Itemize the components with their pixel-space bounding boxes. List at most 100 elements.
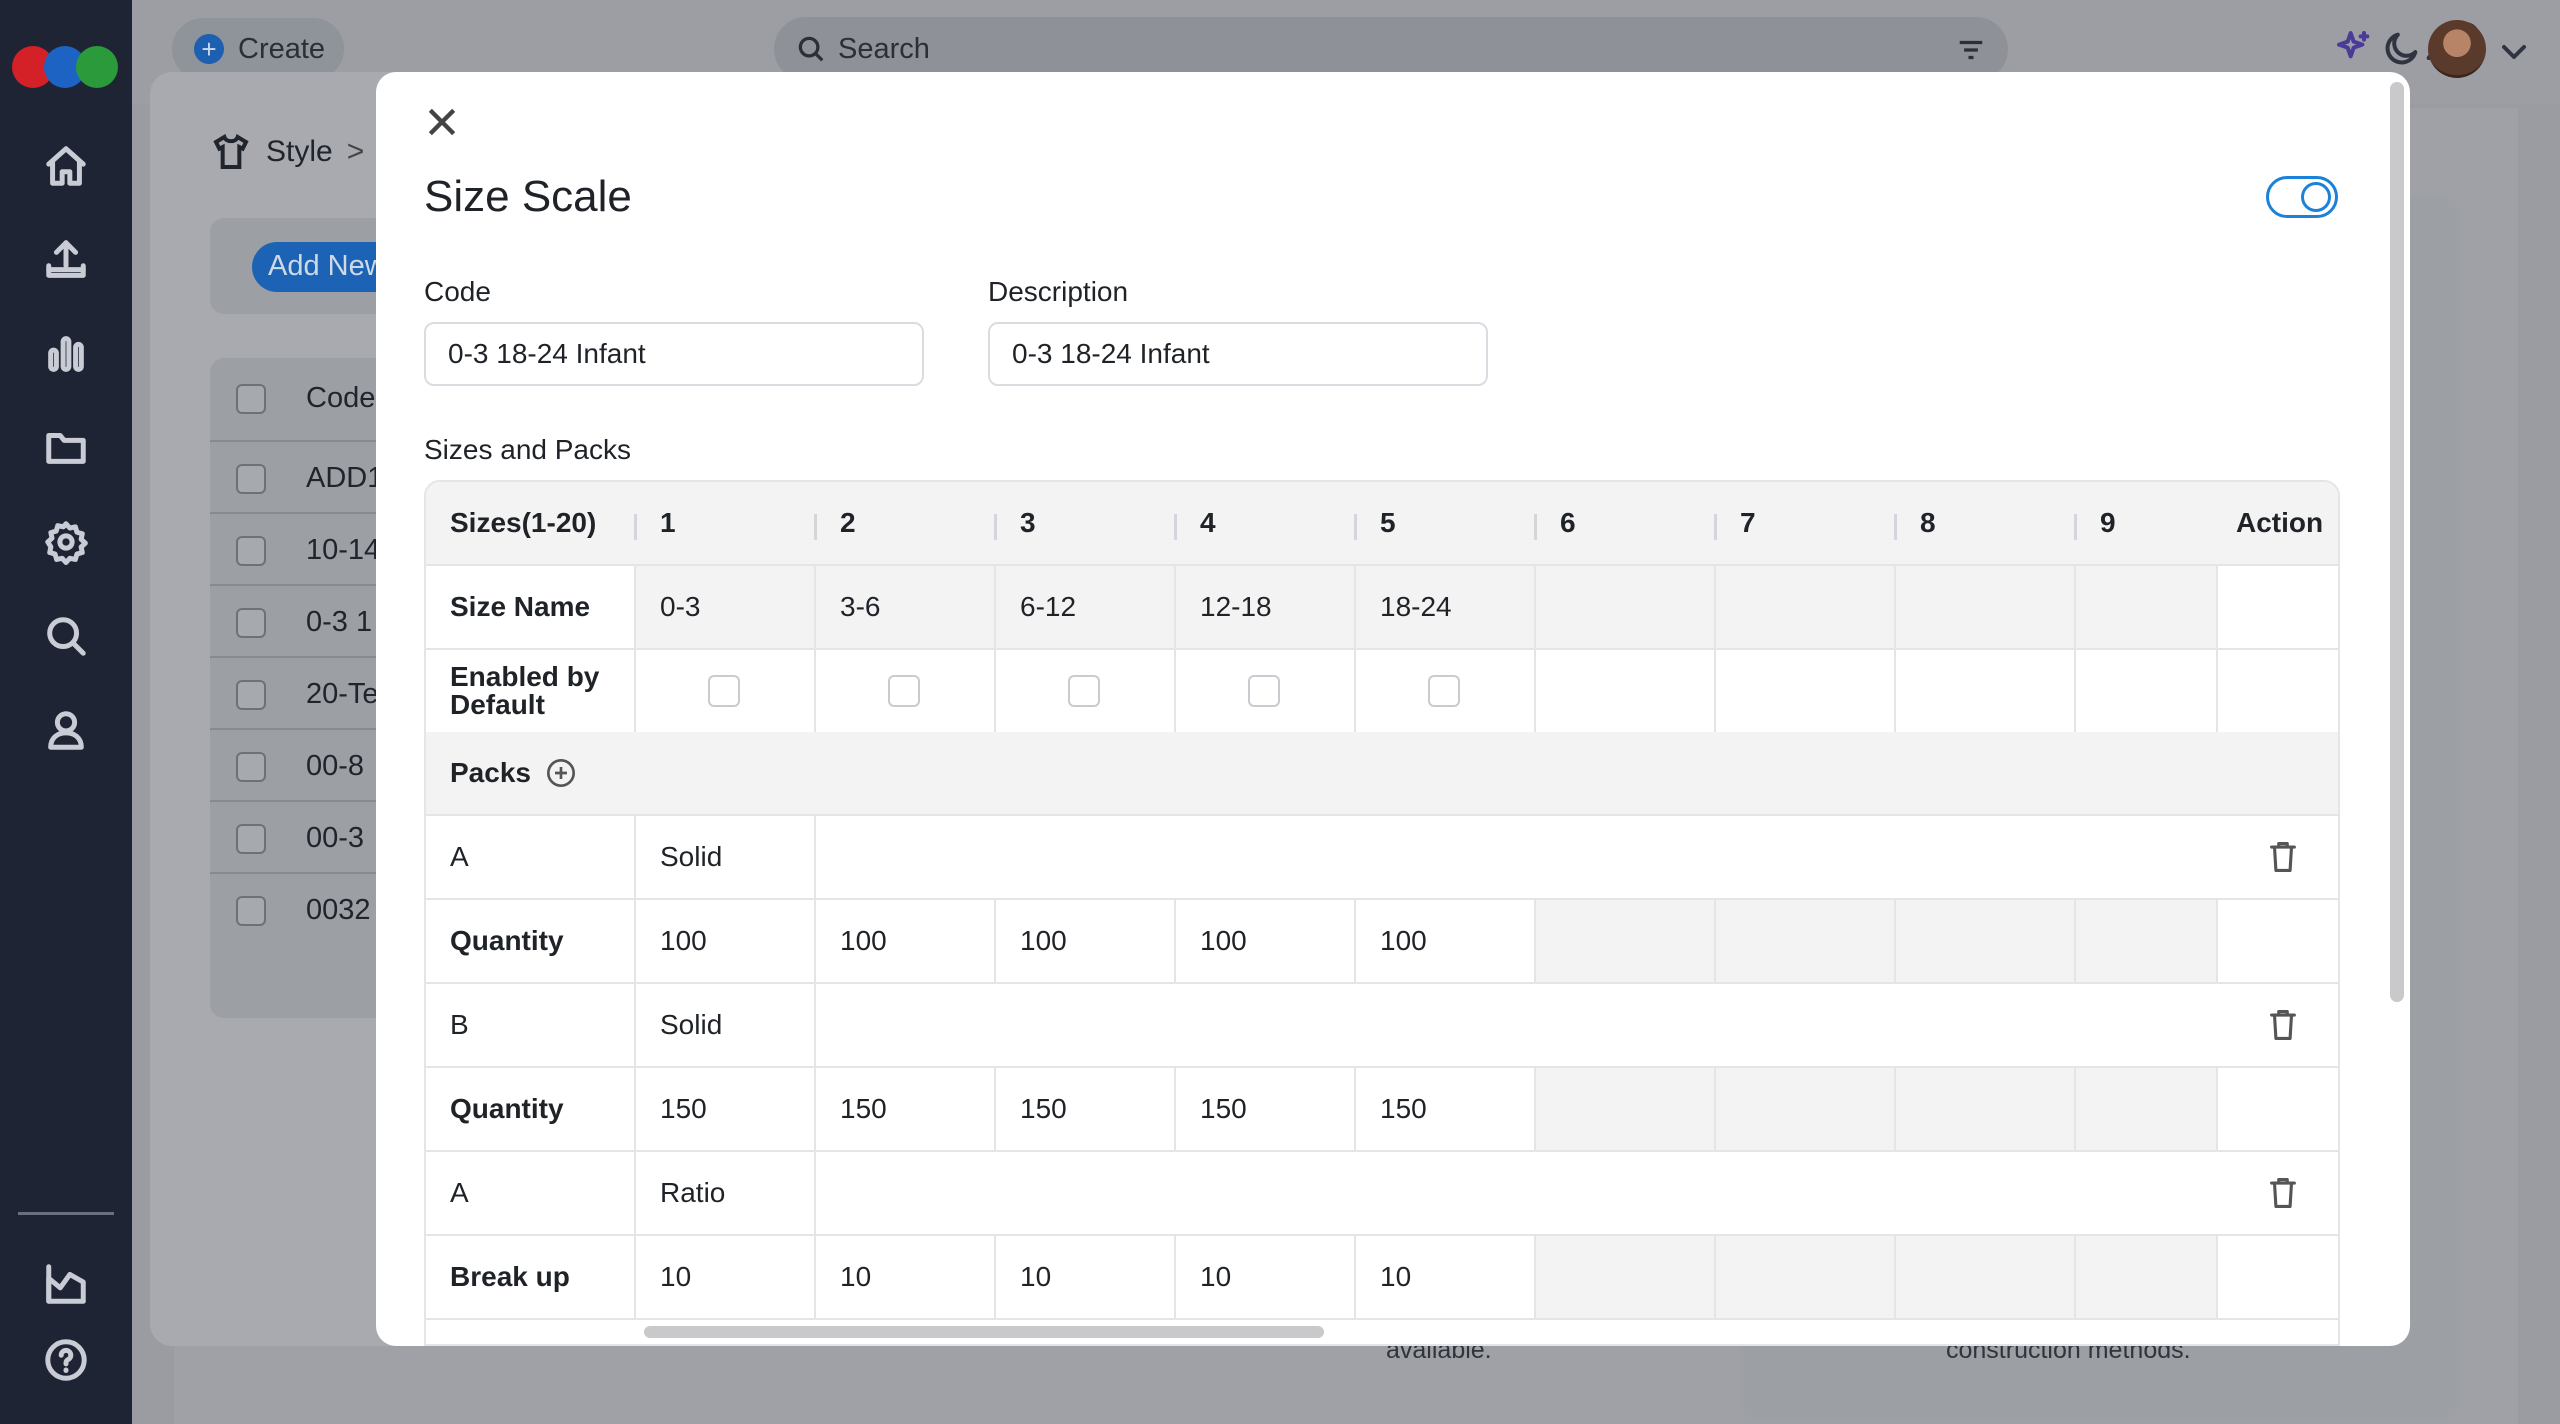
size-name-cell[interactable] [2076, 566, 2218, 650]
enabled-checkbox[interactable] [1248, 675, 1280, 707]
delete-pack-trash-icon[interactable] [2268, 1008, 2298, 1042]
size-name-cell[interactable]: 12-18 [1176, 566, 1356, 650]
break-up-cell[interactable]: 10 [1176, 1236, 1356, 1320]
size-name-cell[interactable]: 3-6 [816, 566, 996, 650]
enabled-cell [1896, 650, 2076, 734]
row-label-size-name: Size Name [426, 566, 636, 650]
quantity-cell[interactable]: 150 [816, 1068, 996, 1152]
quantity-label: Quantity [426, 900, 636, 984]
delete-pack-trash-icon[interactable] [2268, 1176, 2298, 1210]
enabled-checkbox[interactable] [708, 675, 740, 707]
pack-name-cell[interactable]: B [426, 984, 636, 1068]
chevron-down-icon[interactable] [2494, 32, 2538, 76]
enabled-checkbox[interactable] [1428, 675, 1460, 707]
code-input[interactable] [424, 322, 924, 386]
pack-name-cell[interactable]: A [426, 1152, 636, 1236]
quantity-cell[interactable]: 100 [1176, 900, 1356, 984]
filter-icon[interactable] [1956, 35, 1986, 65]
quantity-cell-disabled [1536, 900, 1716, 984]
quantity-cell[interactable]: 150 [636, 1068, 816, 1152]
pack-row-filler [816, 816, 2338, 900]
delete-pack-trash-icon[interactable] [2268, 840, 2298, 874]
close-icon[interactable] [422, 102, 462, 142]
quantity-cell[interactable]: 100 [816, 900, 996, 984]
user-profile-icon[interactable] [40, 704, 92, 756]
rail-divider [18, 1212, 114, 1215]
break-up-cell[interactable]: 10 [1356, 1236, 1536, 1320]
header-sizes-range: Sizes(1-20) [450, 507, 597, 538]
row-checkbox[interactable] [236, 464, 266, 494]
add-pack-plus-icon[interactable] [545, 757, 577, 789]
pack-name-cell[interactable]: A [426, 816, 636, 900]
vertical-scrollbar[interactable] [2390, 82, 2404, 1002]
header-size-8: 8 [1920, 507, 1936, 538]
pack-type-cell[interactable]: Solid [636, 984, 816, 1068]
row-checkbox[interactable] [236, 680, 266, 710]
header-size-6: 6 [1560, 507, 1576, 538]
break-up-cell[interactable]: 10 [996, 1236, 1176, 1320]
quantity-cell[interactable]: 100 [1356, 900, 1536, 984]
quantity-cell[interactable]: 150 [996, 1068, 1176, 1152]
row-checkbox[interactable] [236, 824, 266, 854]
action-cell [2218, 1068, 2338, 1152]
quantity-cell[interactable]: 150 [1176, 1068, 1356, 1152]
user-avatar[interactable] [2428, 20, 2486, 78]
reports-chart-icon[interactable] [40, 1258, 92, 1310]
column-header-code: Code [306, 382, 376, 414]
row-code: 0032 [306, 894, 371, 926]
row-code: 00-3 [306, 822, 365, 854]
search-icon[interactable] [40, 610, 92, 662]
enabled-cell [636, 650, 816, 734]
active-toggle[interactable] [2266, 176, 2338, 218]
enabled-cell [1716, 650, 1896, 734]
enabled-cell [816, 650, 996, 734]
header-size-3: 3 [1020, 507, 1036, 538]
size-name-cell[interactable]: 18-24 [1356, 566, 1536, 650]
pack-row-filler [816, 1152, 2338, 1236]
create-button[interactable]: + Create [172, 18, 344, 80]
size-name-cell[interactable] [1716, 566, 1896, 650]
search-icon [798, 36, 824, 62]
enabled-checkbox[interactable] [888, 675, 920, 707]
break-up-cell[interactable]: 10 [816, 1236, 996, 1320]
quantity-cell[interactable]: 100 [996, 900, 1176, 984]
upload-icon[interactable] [40, 234, 92, 286]
quantity-cell-disabled [1896, 900, 2076, 984]
size-name-cell[interactable] [1536, 566, 1716, 650]
horizontal-scrollbar[interactable] [644, 1326, 1324, 1338]
folder-icon[interactable] [40, 422, 92, 474]
enabled-cell [1176, 650, 1356, 734]
help-icon[interactable] [40, 1334, 92, 1386]
size-name-cell[interactable]: 0-3 [636, 566, 816, 650]
dark-mode-moon-icon[interactable] [2382, 28, 2426, 72]
header-size-5: 5 [1380, 507, 1396, 538]
select-all-checkbox[interactable] [236, 384, 266, 414]
size-name-cell[interactable]: 6-12 [996, 566, 1176, 650]
row-code: ADD1 [306, 462, 384, 494]
pack-type-cell[interactable]: Solid [636, 816, 816, 900]
sizes-packs-table: Sizes(1-20) 1 2 3 4 5 6 7 8 9 Action Siz… [424, 480, 2340, 1346]
home-icon[interactable] [40, 140, 92, 192]
row-checkbox[interactable] [236, 896, 266, 926]
row-checkbox[interactable] [236, 536, 266, 566]
row-checkbox[interactable] [236, 752, 266, 782]
quantity-cell[interactable]: 150 [1356, 1068, 1536, 1152]
pack-type-cell[interactable]: Ratio [636, 1152, 816, 1236]
break-up-cell-disabled [1716, 1236, 1896, 1320]
header-action: Action [2236, 507, 2324, 538]
break-up-cell[interactable]: 10 [636, 1236, 816, 1320]
enabled-checkbox[interactable] [1068, 675, 1100, 707]
app-logo[interactable] [12, 46, 120, 88]
description-input[interactable] [988, 322, 1488, 386]
sparkle-ai-icon[interactable] [2334, 28, 2378, 72]
shirt-icon [213, 134, 249, 169]
quantity-cell[interactable]: 100 [636, 900, 816, 984]
search-placeholder: Search [838, 32, 930, 65]
breadcrumb-separator: > [346, 135, 365, 168]
size-name-cell[interactable] [1896, 566, 2076, 650]
breadcrumb-style[interactable]: Style [266, 135, 333, 169]
header-size-9: 9 [2100, 507, 2116, 538]
row-checkbox[interactable] [236, 608, 266, 638]
bar-chart-icon[interactable] [40, 328, 92, 380]
settings-gear-icon[interactable] [40, 516, 92, 568]
